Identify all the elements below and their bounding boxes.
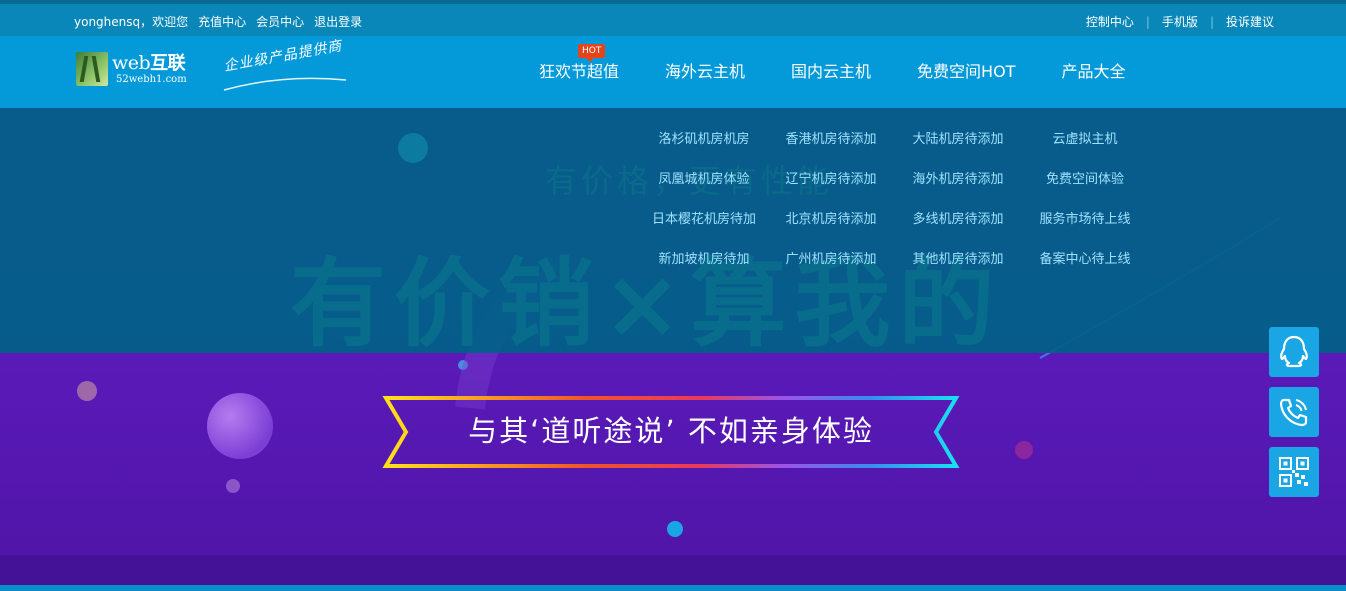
top-bar-left: yonghensq，欢迎您 充值中心 会员中心 退出登录 bbox=[74, 13, 362, 30]
headline-text: 与其‘道听途说’ 不如亲身体验 bbox=[468, 414, 874, 448]
nav-item-overseas-cloud[interactable]: 海外云主机 bbox=[642, 36, 768, 108]
main-header: web互联 52webh1.com 企业级产品提供商 狂欢节超值 HOT 海外云… bbox=[0, 36, 1346, 108]
welcome-text: yonghensq，欢迎您 bbox=[74, 15, 189, 29]
qrcode-button[interactable] bbox=[1269, 447, 1319, 497]
nav-item-free-space[interactable]: 免费空间HOT bbox=[894, 36, 1038, 108]
dropdown-item[interactable]: 服务市场待上线 bbox=[1022, 210, 1148, 230]
mobile-version-link[interactable]: 手机版 bbox=[1162, 13, 1198, 30]
qrcode-icon bbox=[1279, 457, 1309, 487]
hero-banner[interactable]: 有价格，更有性能 有价销×算我的 洛杉矶机房机房 香港机房待添加 大陆机房待添加… bbox=[0, 108, 1346, 591]
nav-item-label: 免费空间HOT bbox=[917, 62, 1016, 81]
nav-item-domestic-cloud[interactable]: 国内云主机 bbox=[768, 36, 894, 108]
dot-deco bbox=[398, 133, 428, 163]
member-center-link[interactable]: 会员中心 bbox=[256, 13, 304, 30]
logout-link[interactable]: 退出登录 bbox=[314, 13, 362, 30]
logo-text: web互联 52webh1.com bbox=[112, 53, 187, 86]
dropdown-item[interactable]: 凤凰城机房体验 bbox=[640, 170, 768, 190]
nav-item-carnival[interactable]: 狂欢节超值 HOT bbox=[516, 36, 642, 108]
dropdown-item[interactable]: 北京机房待添加 bbox=[768, 210, 894, 230]
dropdown-item[interactable]: 辽宁机房待添加 bbox=[768, 170, 894, 190]
dropdown-item[interactable]: 备案中心待上线 bbox=[1022, 250, 1148, 270]
main-nav: 狂欢节超值 HOT 海外云主机 国内云主机 免费空间HOT 产品大全 bbox=[516, 36, 1148, 108]
dropdown-item[interactable]: 云虚拟主机 bbox=[1022, 130, 1148, 150]
separator: | bbox=[1145, 14, 1150, 29]
banner-bottom-band bbox=[0, 555, 1346, 585]
top-bar-right: 控制中心 | 手机版 | 投诉建议 bbox=[1086, 13, 1274, 30]
control-center-link[interactable]: 控制中心 bbox=[1086, 13, 1134, 30]
dropdown-item[interactable]: 海外机房待添加 bbox=[894, 170, 1022, 190]
nav-item-label: 海外云主机 bbox=[665, 62, 746, 81]
recharge-link[interactable]: 充值中心 bbox=[198, 13, 246, 30]
dropdown-item[interactable]: 日本樱花机房待加 bbox=[640, 210, 768, 230]
nav-item-label: 国内云主机 bbox=[791, 62, 872, 81]
logo-domain: 52webh1.com bbox=[116, 73, 187, 85]
complaint-link[interactable]: 投诉建议 bbox=[1226, 13, 1274, 30]
dropdown-item[interactable]: 免费空间体验 bbox=[1022, 170, 1148, 190]
qq-icon bbox=[1280, 335, 1308, 368]
logo-brand-prefix: web bbox=[112, 51, 151, 74]
dropdown-item[interactable]: 洛杉矶机房机房 bbox=[640, 130, 768, 150]
dropdown-menu-grid: 洛杉矶机房机房 香港机房待添加 大陆机房待添加 云虚拟主机 凤凰城机房体验 辽宁… bbox=[640, 130, 1148, 270]
qq-button[interactable] bbox=[1269, 327, 1319, 377]
banner-edge bbox=[0, 585, 1346, 591]
site-logo[interactable]: web互联 52webh1.com bbox=[76, 52, 187, 86]
nav-item-label: 狂欢节超值 bbox=[539, 62, 620, 81]
phone-icon bbox=[1279, 398, 1308, 427]
dropdown-item[interactable]: 广州机房待添加 bbox=[768, 250, 894, 270]
dropdown-item[interactable]: 新加坡机房待加 bbox=[640, 250, 768, 270]
nav-item-label: 产品大全 bbox=[1061, 62, 1126, 81]
hot-badge: HOT bbox=[578, 44, 606, 62]
dropdown-item[interactable]: 香港机房待添加 bbox=[768, 130, 894, 150]
phone-button[interactable] bbox=[1269, 387, 1319, 437]
dropdown-item[interactable]: 大陆机房待添加 bbox=[894, 130, 1022, 150]
nav-item-products[interactable]: 产品大全 bbox=[1038, 36, 1148, 108]
dropdown-item[interactable]: 多线机房待添加 bbox=[894, 210, 1022, 230]
headline-frame: 与其‘道听途说’ 不如亲身体验 bbox=[380, 396, 962, 468]
slogan-swoosh bbox=[223, 77, 347, 91]
dropdown-item[interactable]: 其他机房待添加 bbox=[894, 250, 1022, 270]
logo-brand-cn: 互联 bbox=[150, 52, 186, 74]
product-dropdown: 有价格，更有性能 有价销×算我的 洛杉矶机房机房 香港机房待添加 大陆机房待添加… bbox=[0, 108, 1346, 360]
logo-icon bbox=[76, 52, 108, 86]
top-bar: yonghensq，欢迎您 充值中心 会员中心 退出登录 控制中心 | 手机版 … bbox=[0, 0, 1346, 36]
separator: | bbox=[1209, 14, 1214, 29]
logo-slogan: 企业级产品提供商 bbox=[222, 38, 350, 91]
